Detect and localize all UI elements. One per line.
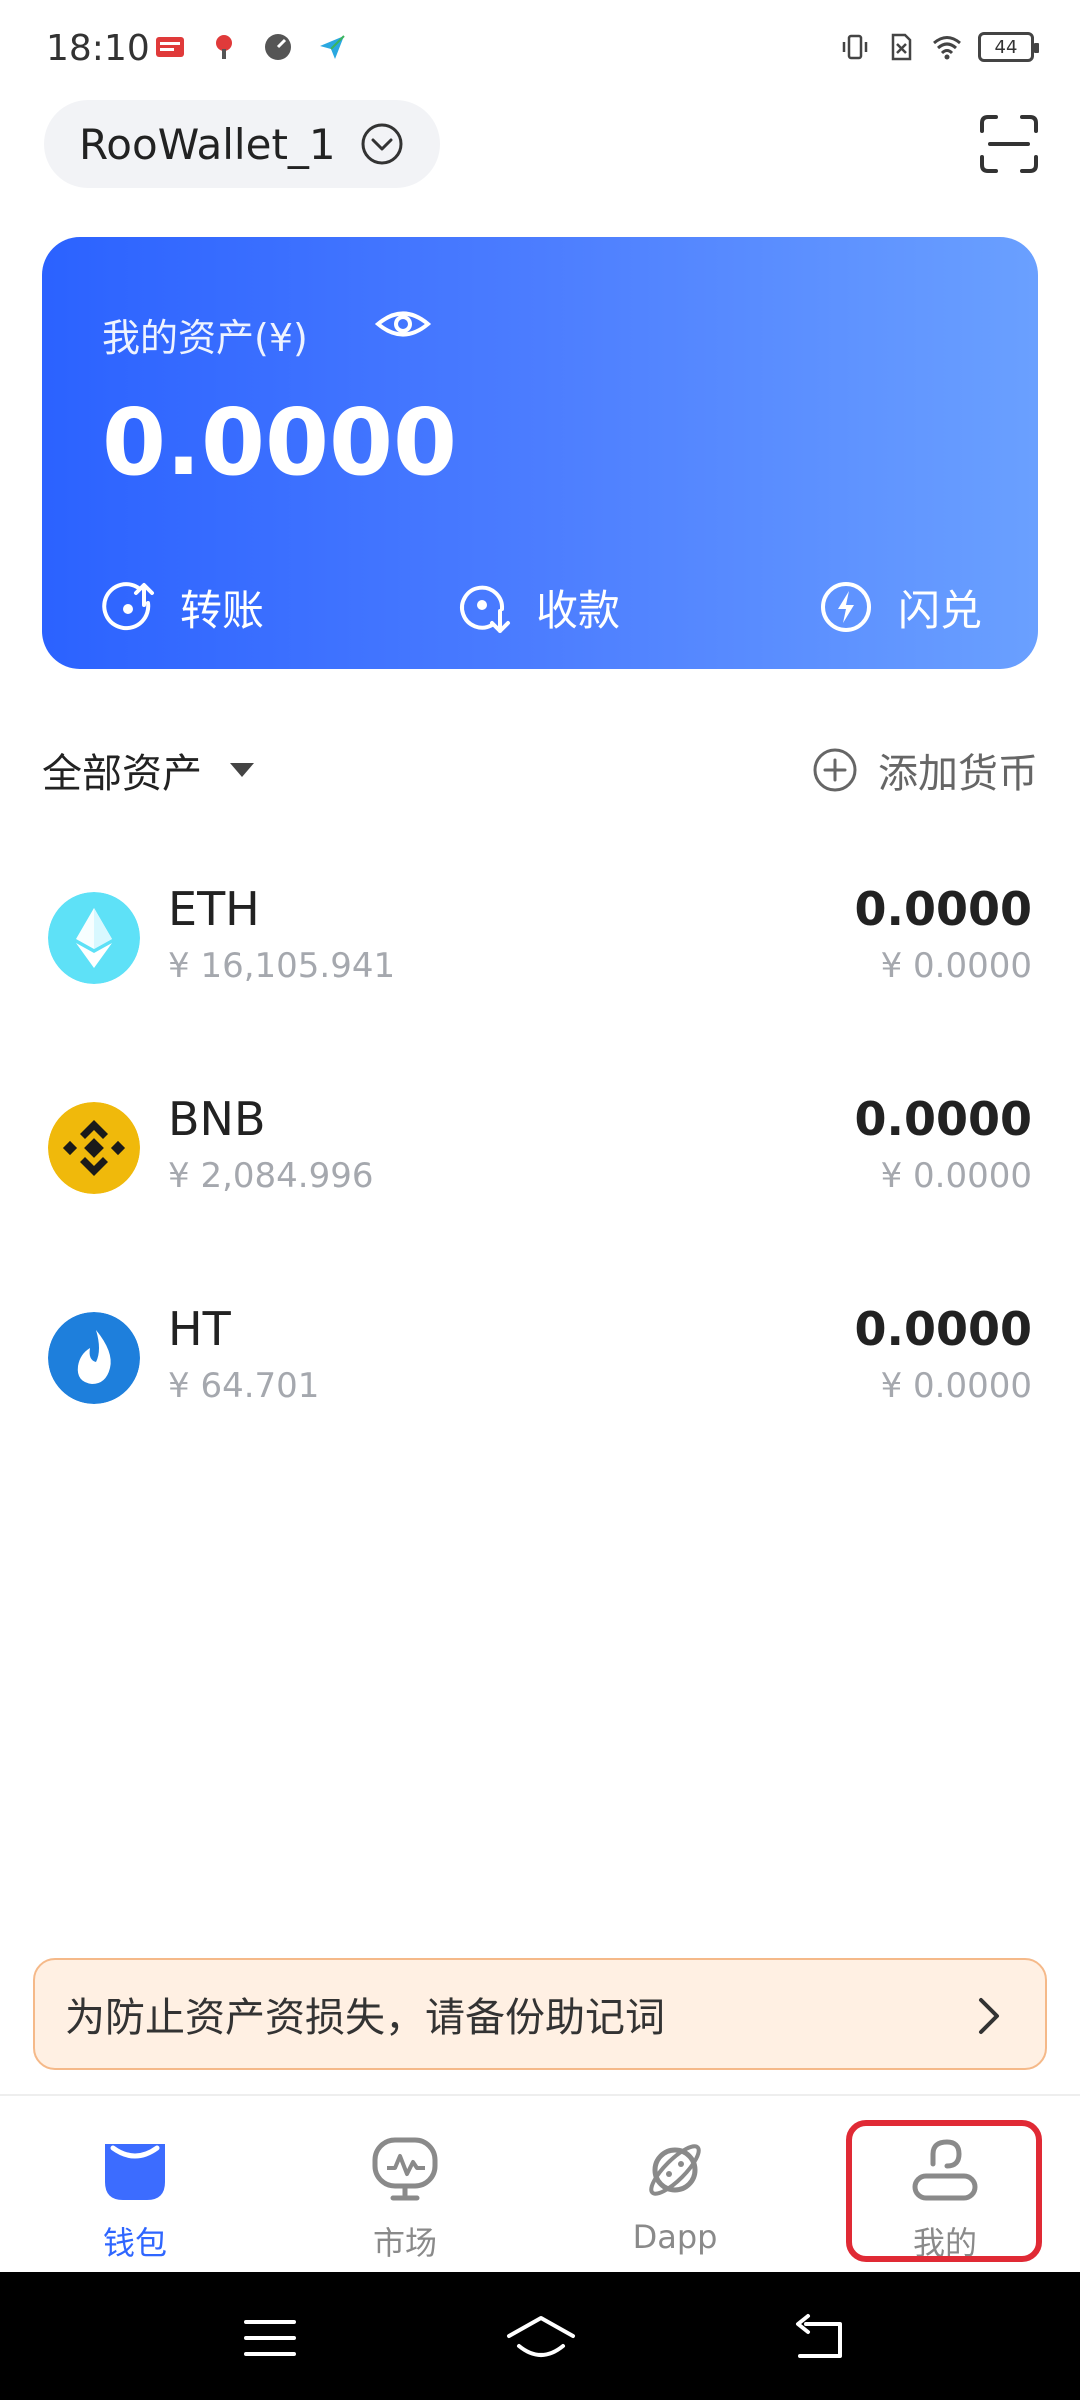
wallet-name: RooWallet_1 bbox=[79, 119, 336, 169]
planet-icon bbox=[649, 2144, 701, 2196]
status-time: 18:10 bbox=[46, 28, 150, 69]
toutiao-icon bbox=[156, 37, 184, 57]
vibrate-icon bbox=[842, 34, 868, 60]
nav-mine[interactable]: 我的 bbox=[810, 2096, 1080, 2274]
bottom-nav: 钱包 市场 Dapp 我的 bbox=[0, 2094, 1080, 2272]
token-symbol: ETH bbox=[168, 882, 260, 936]
nav-dapp[interactable]: Dapp bbox=[540, 2096, 810, 2274]
token-value: ¥ 0.0000 bbox=[880, 1366, 1032, 1406]
token-price: ¥ 2,084.996 bbox=[168, 1156, 374, 1196]
token-value: ¥ 0.0000 bbox=[880, 946, 1032, 986]
status-bar: 18:10 44 bbox=[0, 0, 1080, 100]
battery-level: 44 bbox=[994, 36, 1018, 58]
send-icon bbox=[320, 35, 345, 59]
receive-label: 收款 bbox=[536, 585, 621, 635]
token-list: ETH ¥ 16,105.941 0.0000 ¥ 0.0000 BNB ¥ 2… bbox=[42, 860, 1038, 1490]
receive-button[interactable]: 收款 bbox=[456, 567, 620, 647]
nav-market[interactable]: 市场 bbox=[270, 2096, 540, 2274]
transfer-label: 转账 bbox=[180, 585, 265, 635]
home-icon[interactable] bbox=[505, 2310, 577, 2366]
token-price: ¥ 16,105.941 bbox=[168, 946, 396, 986]
eye-icon[interactable] bbox=[374, 295, 432, 353]
menu-icon[interactable] bbox=[240, 2310, 300, 2366]
bnb-icon bbox=[48, 1102, 140, 1194]
token-row-eth[interactable]: ETH ¥ 16,105.941 0.0000 ¥ 0.0000 bbox=[42, 860, 1038, 1070]
wifi-icon bbox=[933, 36, 961, 60]
token-amount: 0.0000 bbox=[854, 1092, 1032, 1146]
token-amount: 0.0000 bbox=[854, 1302, 1032, 1356]
market-icon bbox=[372, 2137, 438, 2201]
receive-icon bbox=[460, 585, 510, 633]
token-price: ¥ 64.701 bbox=[168, 1366, 320, 1406]
notification-icons bbox=[155, 32, 347, 62]
nav-wallet[interactable]: 钱包 bbox=[0, 2096, 270, 2274]
token-symbol: HT bbox=[168, 1302, 231, 1356]
asset-card: 我的资产(¥) 0.0000 转账 收款 闪兑 bbox=[42, 237, 1038, 669]
token-value: ¥ 0.0000 bbox=[880, 1156, 1032, 1196]
all-assets-label: 全部资产 bbox=[42, 751, 202, 797]
flash-swap-button[interactable]: 闪兑 bbox=[818, 567, 982, 647]
add-coin-label: 添加货币 bbox=[878, 751, 1038, 797]
nav-wallet-label: 钱包 bbox=[102, 2224, 167, 2262]
flash-swap-icon bbox=[821, 582, 871, 632]
token-amount: 0.0000 bbox=[854, 882, 1032, 936]
backup-notice[interactable]: 为防止资产资损失，请备份助记词 bbox=[33, 1958, 1047, 2070]
scan-icon[interactable] bbox=[978, 113, 1040, 175]
chevron-down-circle-icon bbox=[361, 123, 403, 165]
asset-title: 我的资产(¥) bbox=[102, 316, 308, 360]
add-coin-button[interactable]: 添加货币 bbox=[812, 735, 1038, 805]
no-sim-icon bbox=[891, 33, 912, 61]
nav-market-label: 市场 bbox=[372, 2224, 437, 2262]
backup-notice-text: 为防止资产资损失，请备份助记词 bbox=[65, 1995, 665, 2041]
flash-swap-label: 闪兑 bbox=[898, 585, 983, 635]
wallet-icon bbox=[105, 2144, 165, 2200]
profile-icon bbox=[912, 2139, 978, 2201]
transfer-icon bbox=[102, 582, 154, 631]
transfer-button[interactable]: 转账 bbox=[100, 567, 264, 647]
all-assets-filter[interactable]: 全部资产 bbox=[42, 735, 256, 805]
chevron-right-icon bbox=[979, 1998, 999, 2034]
system-status-icons: 44 bbox=[840, 32, 1039, 62]
nav-dapp-label: Dapp bbox=[632, 2218, 718, 2256]
wallet-switcher[interactable]: RooWallet_1 bbox=[44, 100, 440, 188]
nav-mine-label: 我的 bbox=[912, 2224, 977, 2262]
map-pin-icon bbox=[216, 35, 232, 59]
assets-section-header: 全部资产 添加货币 bbox=[42, 735, 1038, 805]
token-symbol: BNB bbox=[168, 1092, 266, 1146]
plus-circle-icon bbox=[813, 748, 857, 792]
eth-icon bbox=[48, 892, 140, 984]
speedometer-icon bbox=[265, 34, 291, 60]
system-nav-bar bbox=[0, 2272, 1080, 2400]
token-row-bnb[interactable]: BNB ¥ 2,084.996 0.0000 ¥ 0.0000 bbox=[42, 1070, 1038, 1280]
token-row-ht[interactable]: HT ¥ 64.701 0.0000 ¥ 0.0000 bbox=[42, 1280, 1038, 1490]
ht-icon bbox=[48, 1312, 140, 1404]
card-actions: 转账 收款 闪兑 bbox=[42, 567, 1038, 647]
battery-icon: 44 bbox=[978, 32, 1039, 62]
caret-down-icon bbox=[230, 763, 254, 777]
back-icon[interactable] bbox=[790, 2310, 850, 2366]
asset-total: 0.0000 bbox=[102, 389, 458, 496]
